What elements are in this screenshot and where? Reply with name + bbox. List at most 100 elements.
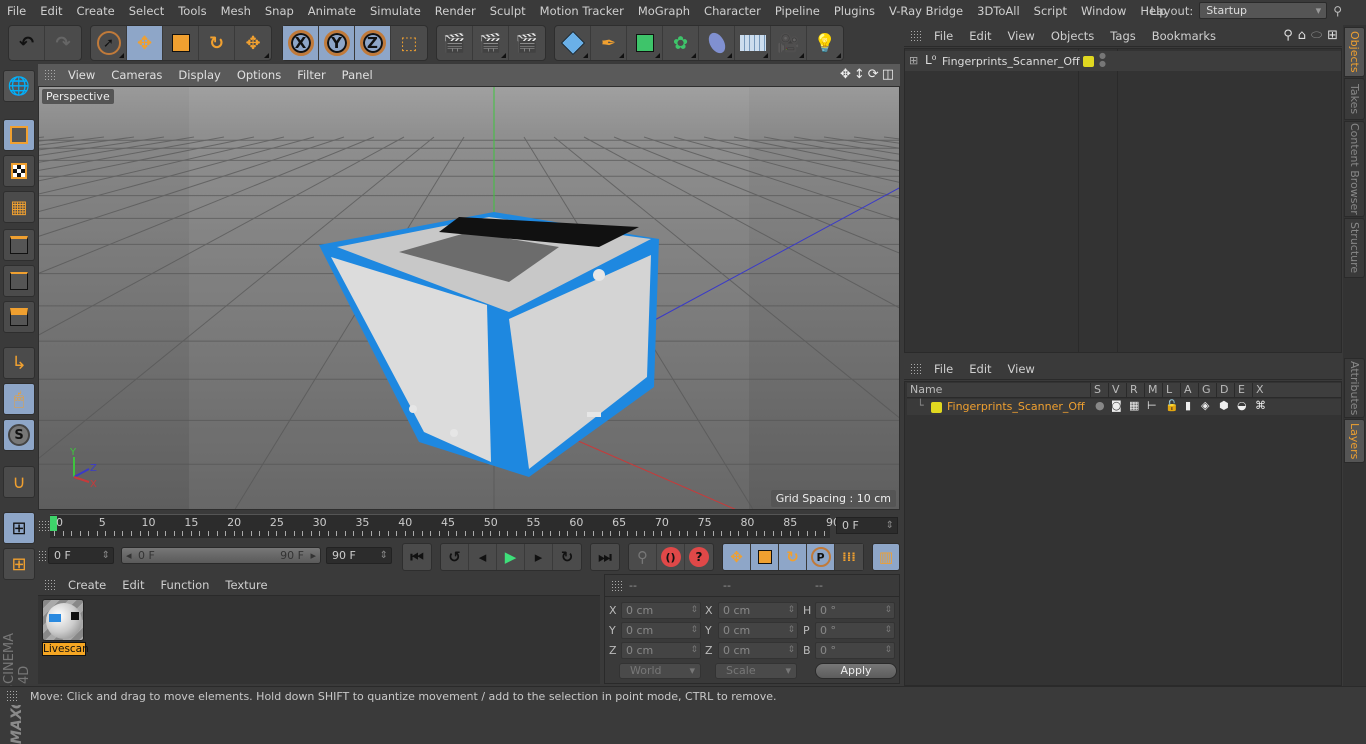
make-editable-button[interactable]: 🌐 bbox=[3, 70, 35, 102]
search-icon[interactable]: ⚲ bbox=[1283, 28, 1293, 43]
tweak-mode-button[interactable]: 🖱 bbox=[3, 383, 35, 415]
viewport-menu-view[interactable]: View bbox=[60, 68, 103, 82]
menu-simulate[interactable]: Simulate bbox=[363, 4, 428, 18]
col-animation[interactable]: A bbox=[1180, 383, 1192, 398]
render-view-button[interactable]: 🎬 bbox=[437, 26, 473, 60]
menu-edit[interactable]: Edit bbox=[33, 4, 69, 18]
key-parameter-button[interactable]: P bbox=[807, 544, 835, 570]
layer-color-icon[interactable] bbox=[1083, 56, 1094, 67]
render-picture-viewer-button[interactable]: 🎬 bbox=[473, 26, 509, 60]
viewport-menu-display[interactable]: Display bbox=[170, 68, 228, 82]
object-menu-tags[interactable]: Tags bbox=[1102, 29, 1143, 43]
tab-objects[interactable]: Objects bbox=[1344, 27, 1365, 77]
layer-name[interactable]: Fingerprints_Scanner_Off bbox=[947, 400, 1085, 413]
viewport-menu-filter[interactable]: Filter bbox=[289, 68, 333, 82]
workplane-align-button[interactable]: ⊞ bbox=[3, 548, 35, 580]
layer-color-swatch[interactable] bbox=[931, 402, 942, 413]
menu-window[interactable]: Window bbox=[1074, 4, 1133, 18]
menu-motion-tracker[interactable]: Motion Tracker bbox=[533, 4, 631, 18]
deformers-toggle-icon[interactable]: ⬢ bbox=[1219, 399, 1229, 412]
range-right-arrow-icon[interactable]: ▸ bbox=[310, 548, 316, 563]
edges-mode-button[interactable] bbox=[3, 265, 35, 297]
tab-content-browser[interactable]: Content Browser bbox=[1344, 121, 1365, 217]
viewport-menu-cameras[interactable]: Cameras bbox=[103, 68, 170, 82]
visibility-dots-icon[interactable]: ● ● bbox=[1099, 52, 1106, 68]
goto-end-button[interactable]: ⏭ bbox=[591, 544, 619, 570]
search-icon[interactable]: ⚲ bbox=[1333, 4, 1342, 18]
col-render[interactable]: R bbox=[1126, 383, 1138, 398]
rot-h-field[interactable]: 0 ° bbox=[815, 602, 895, 619]
move-tool-button[interactable]: ✥ bbox=[127, 26, 163, 60]
menu-mesh[interactable]: Mesh bbox=[214, 4, 258, 18]
visible-toggle-icon[interactable]: ◙ bbox=[1111, 399, 1122, 412]
select-tool-button[interactable]: ➚ bbox=[91, 26, 127, 60]
layer-row[interactable]: └ Fingerprints_Scanner_Off ● ◙ ▦ ⊢ 🔓 ▮ ◈… bbox=[907, 399, 1341, 415]
workplane-mode-button[interactable]: ▦ bbox=[3, 191, 35, 223]
coords-grip-icon[interactable] bbox=[611, 579, 623, 592]
pos-y-field[interactable]: 0 cm bbox=[621, 622, 701, 639]
polygons-mode-button[interactable] bbox=[3, 301, 35, 333]
timeline-window-button[interactable]: ▥ bbox=[873, 544, 899, 570]
deformer-button[interactable] bbox=[699, 26, 735, 60]
timeline-ruler[interactable]: 0 5 10 15 20 25 30 35 40 45 50 55 60 65 70 75 80 85 90 bbox=[50, 514, 840, 538]
menu-character[interactable]: Character bbox=[697, 4, 768, 18]
goto-start-button[interactable]: ⏮ bbox=[403, 544, 431, 570]
subdivision-button[interactable] bbox=[627, 26, 663, 60]
menu-script[interactable]: Script bbox=[1027, 4, 1074, 18]
key-rotation-button[interactable]: ↻ bbox=[779, 544, 807, 570]
menu-tools[interactable]: Tools bbox=[171, 4, 213, 18]
menu-plugins[interactable]: Plugins bbox=[827, 4, 882, 18]
rot-b-field[interactable]: 0 ° bbox=[815, 642, 895, 659]
orbit-view-icon[interactable]: ⟳ bbox=[868, 67, 879, 82]
col-locked[interactable]: L bbox=[1162, 383, 1172, 398]
col-visible[interactable]: V bbox=[1108, 383, 1120, 398]
object-menu-edit[interactable]: Edit bbox=[961, 29, 999, 43]
points-mode-button[interactable] bbox=[3, 229, 35, 261]
col-expressions[interactable]: E bbox=[1234, 383, 1245, 398]
viewport-menu-panel[interactable]: Panel bbox=[334, 68, 381, 82]
snap-button[interactable]: ∪ bbox=[3, 466, 35, 498]
prev-key-button[interactable]: ↺ bbox=[441, 544, 469, 570]
expressions-toggle-icon[interactable]: ◒ bbox=[1237, 399, 1247, 412]
material-item[interactable]: Livescan bbox=[42, 599, 89, 656]
menu-file[interactable]: File bbox=[0, 4, 33, 18]
object-name[interactable]: Fingerprints_Scanner_Off bbox=[942, 55, 1080, 68]
pos-x-field[interactable]: 0 cm bbox=[621, 602, 701, 619]
object-menu-view[interactable]: View bbox=[1000, 29, 1043, 43]
material-menu-create[interactable]: Create bbox=[60, 578, 114, 592]
menu-select[interactable]: Select bbox=[122, 4, 171, 18]
prev-frame-button[interactable]: ◂ bbox=[469, 544, 497, 570]
menu-sculpt[interactable]: Sculpt bbox=[483, 4, 533, 18]
pos-z-field[interactable]: 0 cm bbox=[621, 642, 701, 659]
manager-toggle-icon[interactable]: ⊢ bbox=[1147, 399, 1157, 412]
3d-viewport[interactable]: Y Z X Perspective Grid Spacing : 10 cm bbox=[38, 86, 900, 510]
range-left-arrow-icon[interactable]: ◂ bbox=[126, 548, 132, 563]
xref-toggle-icon[interactable]: ⌘ bbox=[1255, 399, 1266, 412]
key-pla-button[interactable]: ⁞⁞⁞ bbox=[835, 544, 863, 570]
layer-grip-icon[interactable] bbox=[910, 362, 922, 375]
transform-mode-dropdown[interactable]: Scale bbox=[715, 663, 797, 679]
floor-button[interactable] bbox=[735, 26, 771, 60]
coordinate-system-button[interactable]: ⬚ bbox=[391, 26, 427, 60]
current-frame-field[interactable]: 0 F bbox=[836, 517, 898, 534]
scale-tool-button[interactable] bbox=[163, 26, 199, 60]
menu-mograph[interactable]: MoGraph bbox=[631, 4, 697, 18]
menu-pipeline[interactable]: Pipeline bbox=[768, 4, 827, 18]
timeline-grip-icon[interactable] bbox=[38, 520, 50, 532]
tab-attributes[interactable]: Attributes bbox=[1344, 358, 1365, 418]
filter-icon[interactable]: ⬭ bbox=[1311, 28, 1322, 43]
menu-3dtoall[interactable]: 3DToAll bbox=[970, 4, 1027, 18]
col-manager[interactable]: M bbox=[1144, 383, 1158, 398]
x-axis-button[interactable]: X bbox=[283, 26, 319, 60]
frame-range-slider[interactable]: ◂ 0 F 90 F ▸ bbox=[121, 547, 321, 564]
pan-view-icon[interactable]: ✥ bbox=[840, 67, 851, 82]
layout-dropdown[interactable]: Startup bbox=[1199, 2, 1328, 19]
key-position-button[interactable]: ✥ bbox=[723, 544, 751, 570]
object-grip-icon[interactable] bbox=[910, 29, 922, 42]
redo-button[interactable]: ↷ bbox=[45, 26, 81, 60]
material-menu-edit[interactable]: Edit bbox=[114, 578, 152, 592]
object-menu-file[interactable]: File bbox=[926, 29, 961, 43]
transform-tool-button[interactable]: ✥ bbox=[235, 26, 271, 60]
expand-icon[interactable]: ⊞ bbox=[909, 54, 918, 67]
y-axis-button[interactable]: Y bbox=[319, 26, 355, 60]
